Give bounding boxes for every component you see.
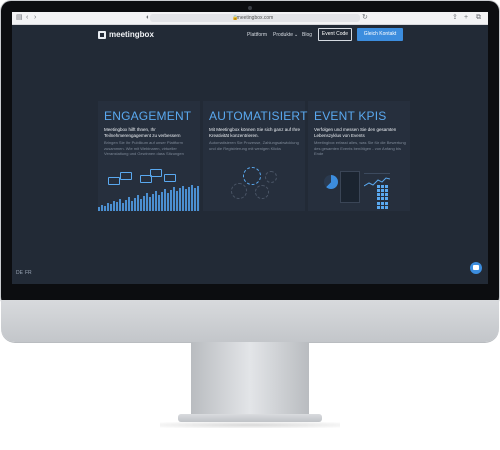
logo-text[interactable]: meetingbox <box>109 30 154 40</box>
address-bar[interactable]: 🔒 meetingbox.com <box>150 14 360 22</box>
logo-icon[interactable] <box>98 31 106 39</box>
monitor-foot <box>178 414 322 422</box>
new-tab-icon[interactable]: + <box>464 14 468 22</box>
card-subtitle: Meetingbox hilft Ihnen, Ihr Teilnehmeren… <box>104 127 181 138</box>
gear-icon <box>255 185 269 199</box>
chat-bubble-icon <box>164 174 176 182</box>
url-text: meetingbox.com <box>236 15 274 21</box>
gears-illustration <box>203 161 305 211</box>
audience-bars <box>98 185 200 211</box>
foot-shadow <box>160 422 340 428</box>
dashboard-tile <box>340 171 388 209</box>
line-chart-icon <box>363 173 391 192</box>
monitor-stand <box>191 342 309 416</box>
chat-bubble-icon <box>150 169 162 177</box>
reload-icon[interactable]: ↻ <box>362 14 368 22</box>
event-kpis-card: EVENT KPIS Verfolgen und messen Sie den … <box>308 101 410 211</box>
pie-chart-icon <box>324 175 338 189</box>
chevron-down-icon: ⌄ <box>294 32 299 38</box>
gear-icon <box>243 167 261 185</box>
chat-support-icon[interactable] <box>470 262 482 274</box>
gear-icon <box>231 183 247 199</box>
camera-icon <box>248 6 252 10</box>
tabs-icon[interactable]: ⧉ <box>476 14 481 22</box>
nav-products[interactable]: Produkte <box>273 32 293 39</box>
contact-button[interactable]: Gleich Kontakt <box>357 28 403 41</box>
automatisiert-card: AUTOMATISIERT Mit Meetingbox können Sie … <box>203 101 308 211</box>
nav-blog[interactable]: Blog <box>302 32 312 39</box>
language-de[interactable]: DE <box>16 270 23 276</box>
forward-icon[interactable]: › <box>34 14 36 22</box>
nav-platform[interactable]: Plattform <box>247 32 267 39</box>
language-fr[interactable]: FR <box>25 270 32 276</box>
engagement-illustration <box>98 161 200 211</box>
chat-bubble-icon <box>120 172 132 180</box>
card-title: ENGAGEMENT <box>104 109 192 123</box>
share-icon[interactable]: ⇪ <box>452 14 458 22</box>
gear-icon <box>265 171 277 183</box>
card-description: Bringen Sie Ihr Publikum auf unser Platt… <box>104 140 184 156</box>
back-icon[interactable]: ‹ <box>26 14 28 22</box>
card-description: Meetingbox erfasst alles, was Sie für di… <box>314 140 406 156</box>
card-description: Automatisieren Sie Prozesse, Zahlungsabw… <box>209 140 299 151</box>
card-subtitle: Verfolgen und messen Sie den gesamten Le… <box>314 127 397 138</box>
event-code-button[interactable]: Event Code <box>318 28 352 41</box>
card-title: AUTOMATISIERT <box>209 109 308 123</box>
imac-mockup: ▤ ‹ › ◐ 🔒 meetingbox.com ↻ ⇪ + ⧉ meeting… <box>0 0 500 450</box>
sidebar-toggle-icon[interactable]: ▤ <box>16 14 23 22</box>
card-subtitle: Mit Meetingbox können Sie sich ganz auf … <box>209 127 301 138</box>
browser-window: ▤ ‹ › ◐ 🔒 meetingbox.com ↻ ⇪ + ⧉ meeting… <box>12 12 488 284</box>
kpi-illustration <box>308 161 410 211</box>
site-header: meetingbox Plattform Produkte ⌄ Blog Eve… <box>12 24 488 46</box>
monitor-chin <box>1 300 499 342</box>
card-title: EVENT KPIS <box>314 109 387 123</box>
chat-bubble-icon <box>108 177 120 185</box>
engagement-card: ENGAGEMENT Meetingbox hilft Ihnen, Ihr T… <box>98 101 200 211</box>
